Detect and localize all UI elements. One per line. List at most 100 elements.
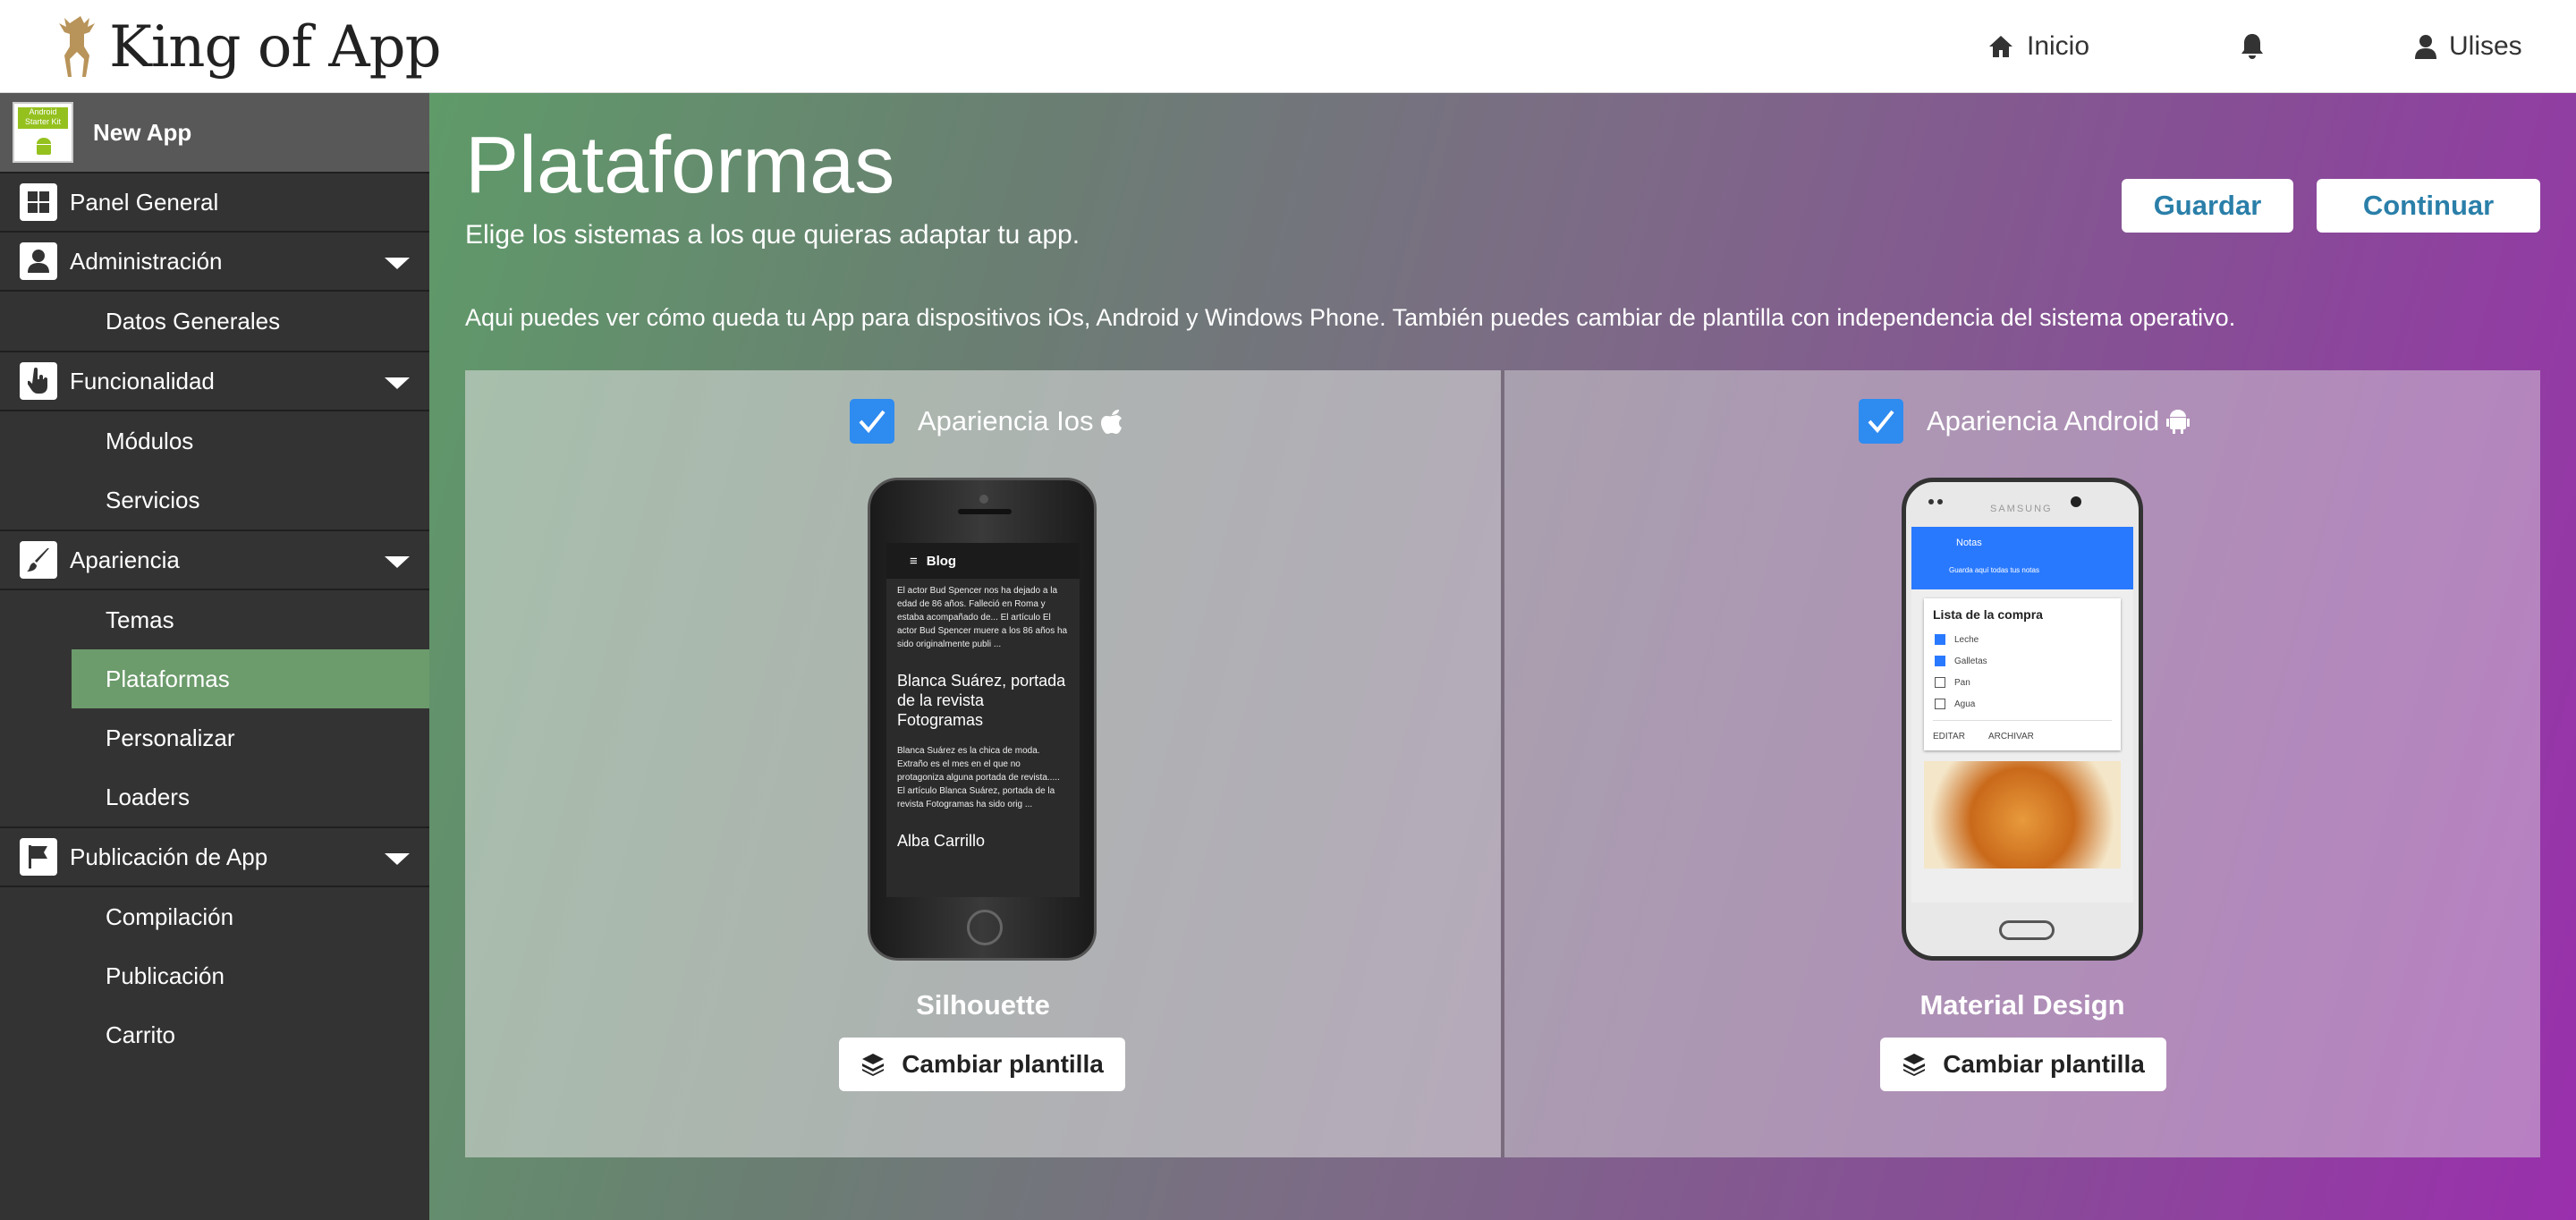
save-button[interactable]: Guardar [2122, 179, 2293, 233]
ios-template-name: Silhouette [916, 989, 1050, 1021]
sidebar-section-administracion[interactable]: Administración [0, 233, 429, 292]
list-item: Agua [1935, 699, 2112, 709]
notifications-button[interactable] [2240, 23, 2277, 70]
ios-preview-bar: ≡ Blog [886, 543, 1080, 579]
android-change-template-label: Cambiar plantilla [1943, 1050, 2145, 1078]
ios-check-label: Apariencia Ios [918, 405, 1123, 437]
sidebar-item-publicacion[interactable]: Publicación [0, 946, 429, 1005]
sidebar-item-label: Panel General [70, 188, 219, 216]
nav-user-link[interactable]: Ulises [2415, 23, 2522, 70]
platform-android: Apariencia Android SAMSUNG Notas Guarda … [1504, 370, 2540, 1157]
android-phone-preview: SAMSUNG Notas Guarda aquí todas tus nota… [1902, 478, 2143, 961]
platform-ios: Apariencia Ios ≡ Blog El actor Bud Spence… [465, 370, 1501, 1157]
page-subtitle: Elige los sistemas a los que quieras ada… [465, 220, 1080, 250]
card-title: Lista de la compra [1933, 607, 2043, 622]
checkbox-checked-icon [1935, 656, 1945, 666]
ios-checkbox[interactable] [850, 399, 894, 444]
list-item: Leche [1935, 634, 2112, 645]
list-item-label: Agua [1954, 699, 1976, 709]
nav-home-label: Inicio [2027, 31, 2090, 61]
sidebar-section-publicacion[interactable]: Publicación de App [0, 828, 429, 887]
android-preview-subtitle: Guarda aquí todas tus notas [1949, 566, 2039, 574]
sidebar-item-temas[interactable]: Temas [0, 590, 429, 649]
sidebar-item-carrito[interactable]: Carrito [0, 1005, 429, 1064]
sidebar-item-modulos[interactable]: Módulos [0, 411, 429, 470]
page-title: Plataformas [465, 121, 895, 210]
card-actions: EDITAR ARCHIVAR [1933, 720, 2112, 741]
sidebar-section-funcionalidad[interactable]: Funcionalidad [0, 352, 429, 411]
nav-user-label: Ulises [2449, 31, 2522, 61]
android-checkbox[interactable] [1859, 399, 1903, 444]
home-button [967, 910, 1003, 945]
list-item-label: Leche [1954, 634, 1979, 645]
nav-home-link[interactable]: Inicio [1987, 23, 2089, 70]
ios-label-text: Apariencia Ios [918, 405, 1094, 436]
sidebar-item-plataformas[interactable]: Plataformas [72, 649, 429, 708]
list-item-label: Pan [1954, 677, 1970, 688]
sidebar-item-panel-general[interactable]: Panel General [0, 174, 429, 233]
android-check-label: Apariencia Android [1927, 405, 2190, 437]
user-icon [20, 242, 57, 280]
sidebar-section-label: Funcionalidad [70, 367, 215, 394]
android-preview-title: Notas [1956, 538, 1982, 548]
checkmark-icon [859, 410, 886, 434]
android-label-text: Apariencia Android [1927, 405, 2160, 436]
ios-change-template-label: Cambiar plantilla [902, 1050, 1104, 1078]
preview-heading: Alba Carrillo [897, 832, 986, 850]
sidebar-item-loaders[interactable]: Loaders [0, 767, 429, 826]
ios-preview-bar-title: Blog [926, 553, 957, 569]
camera-dot [979, 495, 988, 504]
preview-paragraph: Blanca Suárez es la chica de moda. Extra… [897, 746, 1060, 809]
ios-preview-content: El actor Bud Spencer nos ha dejado a la … [886, 579, 1080, 851]
platforms-panel: Apariencia Ios ≡ Blog El actor Bud Spence… [465, 370, 2540, 1157]
speaker-dots [1928, 499, 1943, 504]
chevron-down-icon[interactable] [385, 556, 410, 568]
sidebar-section-label: Apariencia [70, 546, 180, 573]
ios-phone-preview: ≡ Blog El actor Bud Spencer nos ha dejado… [868, 478, 1097, 961]
page-description: Aqui puedes ver cómo queda tu App para d… [465, 304, 2236, 331]
list-item: Pan [1935, 677, 2112, 688]
checkbox-empty-icon [1935, 699, 1945, 709]
home-button [1999, 920, 2055, 940]
main-content: Plataformas Elige los sistemas a los que… [429, 93, 2576, 1220]
food-image [1924, 761, 2121, 868]
android-template-name: Material Design [1919, 989, 2125, 1021]
android-icon [37, 138, 51, 155]
continue-button[interactable]: Continuar [2317, 179, 2540, 233]
sidebar-item-servicios[interactable]: Servicios [0, 470, 429, 530]
sidebar-section-apariencia[interactable]: Apariencia [0, 531, 429, 590]
card-action-archive: ARCHIVAR [1987, 732, 2034, 741]
android-preview-screen: Notas Guarda aquí todas tus notas Lista … [1911, 527, 2133, 902]
chevron-down-icon[interactable] [385, 377, 410, 389]
sidebar-item-datos-generales[interactable]: Datos Generales [0, 292, 429, 351]
list-item-label: Galletas [1954, 656, 1987, 666]
preview-heading: Blanca Suárez, portada de la revista Fot… [897, 672, 1066, 729]
sidebar-section-label: Publicación de App [70, 843, 268, 870]
checkbox-checked-icon [1935, 634, 1945, 645]
chevron-down-icon[interactable] [385, 258, 410, 269]
android-check-row: Apariencia Android [1859, 399, 2190, 444]
sidebar-section-label: Administración [70, 247, 223, 275]
card-action-edit: EDITAR [1933, 732, 1965, 741]
chevron-down-icon[interactable] [385, 853, 410, 865]
sidebar-item-compilacion[interactable]: Compilación [0, 887, 429, 946]
paintbrush-icon [20, 541, 57, 579]
checkmark-icon [1868, 410, 1894, 434]
deer-logo-icon [59, 16, 95, 77]
android-change-template-button[interactable]: Cambiar plantilla [1880, 1038, 2166, 1091]
app-selector[interactable]: Android Starter Kit New App [0, 93, 429, 174]
ios-check-row: Apariencia Ios [850, 399, 1123, 444]
grid-icon [20, 183, 57, 221]
speaker-slot [958, 509, 1012, 514]
flag-icon [20, 838, 57, 876]
top-header: King of App Inicio Ulises [0, 0, 2576, 93]
logo-text: King of App [109, 14, 442, 80]
king-of-app-logo[interactable]: King of App [59, 7, 442, 88]
sidebar-item-personalizar[interactable]: Personalizar [0, 708, 429, 767]
apple-icon [1101, 410, 1123, 434]
ios-change-template-button[interactable]: Cambiar plantilla [839, 1038, 1125, 1091]
ios-preview-screen: ≡ Blog El actor Bud Spencer nos ha dejado… [886, 543, 1080, 897]
home-icon [1989, 36, 2012, 57]
bell-icon [2241, 34, 2263, 59]
android-icon [2166, 410, 2190, 434]
